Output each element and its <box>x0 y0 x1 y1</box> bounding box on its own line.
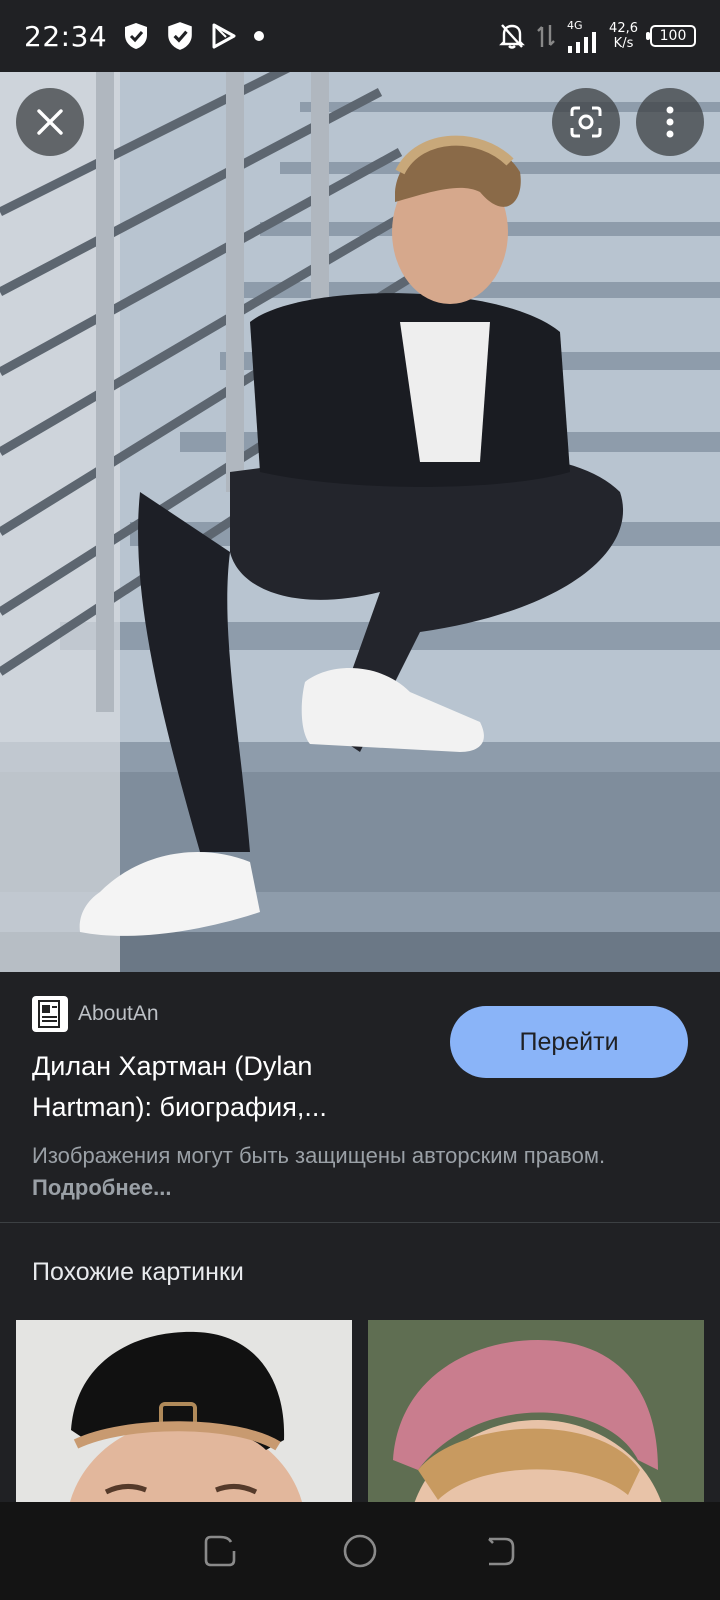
result-title[interactable]: Дилан Хартман (Dylan Hartman): биография… <box>32 1046 412 1128</box>
status-time: 22:34 <box>24 19 108 53</box>
network-type: 4G <box>567 18 583 32</box>
notifications-off-icon <box>499 24 525 49</box>
shield-check-icon <box>168 22 192 50</box>
battery-icon: 100 <box>646 25 696 47</box>
goto-button[interactable]: Перейти <box>450 1006 688 1078</box>
learn-more-link[interactable]: Подробнее... <box>32 1175 172 1200</box>
close-button[interactable] <box>16 88 84 156</box>
document-icon <box>38 1000 60 1028</box>
play-store-icon <box>212 23 236 49</box>
data-arrows-icon <box>537 25 555 47</box>
back-icon[interactable] <box>483 1534 517 1568</box>
net-speed: 42,6 K/s <box>609 21 638 51</box>
copyright-notice: Изображения могут быть защищены авторски… <box>32 1140 672 1204</box>
status-bar: 22:34 4G 42,6 K/s 100 <box>0 0 720 72</box>
home-icon[interactable] <box>342 1533 378 1569</box>
similar-image-thumbnail[interactable] <box>368 1320 704 1502</box>
lens-icon <box>570 106 602 138</box>
source-row[interactable]: AboutAn <box>32 996 159 1032</box>
signal-icon <box>568 31 597 53</box>
dot-icon <box>254 31 265 41</box>
thumbnail-illustration <box>16 1320 352 1502</box>
status-notification-icons <box>123 21 265 51</box>
system-nav-bar <box>0 1502 720 1600</box>
similar-image-thumbnail[interactable] <box>16 1320 352 1502</box>
close-icon <box>37 109 63 135</box>
similar-images-heading: Похожие картинки <box>32 1258 244 1286</box>
source-favicon <box>32 996 68 1032</box>
copyright-text: Изображения могут быть защищены авторски… <box>32 1143 606 1168</box>
lens-button[interactable] <box>552 88 620 156</box>
divider <box>0 1222 720 1223</box>
thumbnail-illustration <box>368 1320 704 1502</box>
shield-check-icon <box>125 23 148 49</box>
status-system-icons: 4G 42,6 K/s 100 <box>499 20 696 53</box>
photo-illustration <box>0 72 720 972</box>
more-options-button[interactable] <box>636 88 704 156</box>
more-vert-icon <box>666 106 674 138</box>
image-preview[interactable] <box>0 72 720 972</box>
result-panel: AboutAn Дилан Хартман (Dylan Hartman): б… <box>0 972 720 1222</box>
recent-apps-icon[interactable] <box>203 1534 237 1568</box>
source-name: AboutAn <box>78 1002 159 1025</box>
